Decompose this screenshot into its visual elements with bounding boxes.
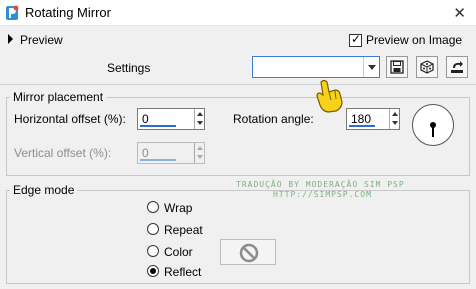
- floppy-icon: [390, 60, 404, 74]
- edge-mode-wrap-label[interactable]: Wrap: [164, 201, 192, 215]
- dice-icon: [420, 60, 434, 74]
- watermark-line-1: TRADUÇÃO BY MODERAÇÃO SIM PSP: [236, 180, 405, 189]
- horizontal-offset-bar: [140, 125, 176, 127]
- edge-mode-title: Edge mode: [10, 183, 78, 197]
- window-title: Rotating Mirror: [25, 5, 111, 20]
- settings-preset-combo[interactable]: [252, 56, 380, 78]
- rotation-angle-stepper[interactable]: [389, 109, 399, 129]
- preview-on-image-label[interactable]: Preview on Image: [366, 33, 462, 47]
- vertical-offset-bar: [140, 159, 176, 161]
- separator: [0, 84, 476, 85]
- vertical-offset-label: Vertical offset (%):: [14, 146, 112, 160]
- disabled-circle-icon: [239, 243, 259, 263]
- mirror-placement-group: [6, 97, 470, 176]
- pointing-hand-icon: [316, 79, 343, 113]
- edge-mode-group: [6, 190, 470, 284]
- rotation-angle-value: 180: [351, 112, 372, 126]
- radio-selected-dot: [150, 268, 156, 274]
- preview-toggle[interactable]: Preview: [20, 33, 63, 47]
- edge-mode-color-label[interactable]: Color: [164, 245, 193, 259]
- chevron-down-icon[interactable]: [363, 57, 379, 77]
- edge-mode-repeat-radio[interactable]: [147, 223, 159, 235]
- rotation-angle-label: Rotation angle:: [233, 112, 314, 126]
- dial-needle-icon: [430, 122, 436, 137]
- horizontal-offset-value: 0: [142, 112, 149, 126]
- horizontal-offset-stepper[interactable]: [194, 109, 204, 129]
- reset-arrow-icon: [451, 61, 463, 73]
- edge-mode-wrap-radio[interactable]: [147, 201, 159, 213]
- app-icon: [6, 5, 19, 20]
- save-preset-button[interactable]: [386, 56, 408, 78]
- vertical-offset-value: 0: [142, 146, 149, 160]
- edge-mode-repeat-label[interactable]: Repeat: [164, 223, 203, 237]
- edge-mode-reflect-label[interactable]: Reflect: [164, 265, 201, 279]
- edge-color-swatch: [220, 239, 276, 265]
- vertical-offset-input: 0: [137, 142, 205, 164]
- horizontal-offset-input[interactable]: 0: [137, 108, 205, 130]
- checkmark-icon: ✓: [350, 32, 362, 46]
- rotation-angle-bar: [349, 125, 375, 127]
- settings-label: Settings: [107, 61, 151, 75]
- randomize-button[interactable]: [416, 56, 438, 78]
- reset-defaults-button[interactable]: [446, 56, 468, 78]
- mirror-placement-title: Mirror placement: [10, 90, 107, 104]
- rotation-dial[interactable]: [412, 104, 454, 146]
- title-bar: Rotating Mirror ✕: [0, 0, 476, 26]
- vertical-offset-stepper: [194, 143, 204, 163]
- close-icon[interactable]: ✕: [453, 4, 466, 22]
- preview-on-image-checkbox[interactable]: ✓: [349, 32, 362, 47]
- horizontal-offset-label: Horizontal offset (%):: [14, 112, 126, 126]
- edge-mode-color-radio[interactable]: [147, 245, 159, 257]
- rotation-angle-input[interactable]: 180: [346, 108, 400, 130]
- expand-caret-icon[interactable]: [8, 34, 13, 44]
- edge-mode-reflect-radio[interactable]: [147, 265, 159, 277]
